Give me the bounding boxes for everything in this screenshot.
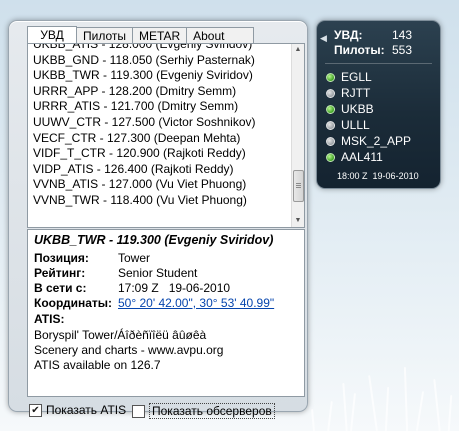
show-observers-checkbox[interactable] bbox=[132, 404, 145, 418]
watched-item[interactable]: AAL411 bbox=[326, 150, 383, 164]
online-label: В сети с: bbox=[34, 281, 87, 295]
divider bbox=[325, 63, 432, 64]
watched-item[interactable]: MSK_2_APP bbox=[326, 134, 411, 148]
status-dot-icon bbox=[326, 104, 335, 114]
show-observers-label[interactable]: Показать обсерверов bbox=[149, 403, 275, 419]
rating-value: Senior Student bbox=[118, 266, 198, 280]
watched-item-label: EGLL bbox=[341, 70, 372, 84]
controller-list-item[interactable]: UKBB_GND - 118.050 (Serhiy Pasternak) bbox=[28, 53, 290, 69]
utc-date: 19-06-2010 bbox=[372, 171, 419, 181]
pilots-count-value: 553 bbox=[391, 43, 412, 57]
watched-item[interactable]: UKBB bbox=[326, 102, 374, 116]
watched-item-label: RJTT bbox=[341, 86, 371, 100]
vatsim-gadget-main: УВД Пилоты METAR About UKBB_ATIS - 128.0… bbox=[8, 20, 308, 419]
show-atis-checkbox[interactable]: ✔ bbox=[29, 403, 42, 417]
online-value: 17:09 Z 19-06-2010 bbox=[118, 281, 231, 295]
position-label: Позиция: bbox=[34, 251, 89, 265]
grip-line bbox=[296, 183, 301, 184]
scroll-thumb[interactable] bbox=[293, 170, 304, 202]
atc-count-label: УВД: bbox=[334, 28, 363, 42]
atis-line: ATIS available on 126.7 bbox=[34, 358, 161, 372]
controller-list-item[interactable]: VIDP_ATIS - 126.400 (Rajkoti Reddy) bbox=[28, 162, 290, 178]
show-atis-label[interactable]: Показать ATIS bbox=[46, 403, 126, 417]
controller-list[interactable]: UKBB_ATIS - 128.000 (Evgeniy Sviridov) UK… bbox=[27, 43, 305, 228]
controller-list-item[interactable]: URRR_ATIS - 121.700 (Dmitry Semm) bbox=[28, 99, 290, 115]
controller-list-item[interactable]: VVNB_ATIS - 127.000 (Vu Viet Phuong) bbox=[28, 177, 290, 193]
grip-line bbox=[296, 185, 301, 186]
detail-position-row: Позиция: Tower bbox=[34, 251, 150, 265]
watched-item-label: ULLL bbox=[341, 118, 370, 132]
scroll-down-arrow-icon[interactable]: ▼ bbox=[292, 215, 304, 227]
controller-list-item[interactable]: VECF_CTR - 127.300 (Deepan Mehta) bbox=[28, 131, 290, 147]
detail-online-row: В сети с: 17:09 Z 19-06-2010 bbox=[34, 281, 230, 295]
controller-list-item[interactable]: VVNB_TWR - 118.400 (Vu Viet Phuong) bbox=[28, 193, 290, 209]
status-dot-icon bbox=[326, 72, 335, 82]
controller-list-item[interactable]: UKBB_ATIS - 128.000 (Evgeniy Sviridov) bbox=[28, 44, 290, 53]
status-dot-icon bbox=[326, 136, 335, 146]
atis-line: Boryspil' Tower/Áîðèñïîëü âûøêà bbox=[34, 328, 207, 342]
status-dot-icon bbox=[326, 120, 335, 130]
vatsim-side-panel: ◀ УВД: 143 Пилоты: 553 EGLL RJTT UKBB ULLL M… bbox=[316, 20, 441, 189]
controller-detail-panel: UKBB_TWR - 119.300 (Evgeniy Sviridov) По… bbox=[27, 229, 305, 397]
watched-item[interactable]: ULLL bbox=[326, 118, 370, 132]
utc-time: 18:00 Z bbox=[337, 171, 368, 181]
watched-item[interactable]: RJTT bbox=[326, 86, 370, 100]
collapse-arrow-icon[interactable]: ◀ bbox=[320, 33, 327, 44]
detail-atis-label-row: ATIS: bbox=[34, 312, 64, 326]
controller-list-item[interactable]: UUWV_CTR - 127.500 (Victor Soshnikov) bbox=[28, 115, 290, 131]
coords-link[interactable]: 50° 20' 42.00", 30° 53' 40.99" bbox=[118, 296, 274, 310]
rating-label: Рейтинг: bbox=[34, 266, 86, 280]
coords-label: Координаты: bbox=[34, 296, 113, 310]
status-dot-icon bbox=[326, 152, 335, 162]
controller-list-item[interactable]: UKBB_TWR - 119.300 (Evgeniy Sviridov) bbox=[28, 68, 290, 84]
show-atis-checkbox-row[interactable]: ✔ Показать ATIS bbox=[29, 403, 126, 417]
detail-title: UKBB_TWR - 119.300 (Evgeniy Sviridov) bbox=[34, 233, 274, 247]
controller-list-item[interactable]: URRR_APP - 128.200 (Dmitry Semm) bbox=[28, 84, 290, 100]
position-value: Tower bbox=[118, 251, 151, 265]
utc-clock: 18:00 Z 19-06-2010 bbox=[337, 171, 419, 181]
watched-item-label: MSK_2_APP bbox=[341, 134, 412, 148]
grip-line bbox=[296, 187, 301, 188]
controller-list-item[interactable]: VIDF_T_CTR - 120.900 (Rajkoti Reddy) bbox=[28, 146, 290, 162]
atis-line: Scenery and charts - www.avpu.org bbox=[34, 343, 224, 357]
watched-item-label: UKBB bbox=[341, 102, 374, 116]
atis-label: ATIS: bbox=[34, 312, 65, 326]
show-observers-checkbox-row[interactable]: Показать обсерверов bbox=[132, 403, 275, 419]
detail-rating-row: Рейтинг: Senior Student bbox=[34, 266, 197, 280]
watched-item-label: AAL411 bbox=[341, 150, 383, 164]
scroll-up-arrow-icon[interactable]: ▲ bbox=[292, 44, 304, 56]
status-dot-icon bbox=[326, 88, 335, 98]
detail-coords-row: Координаты: 50° 20' 42.00", 30° 53' 40.99… bbox=[34, 296, 274, 310]
controller-list-items: UKBB_ATIS - 128.000 (Evgeniy Sviridov) UK… bbox=[28, 44, 290, 209]
watched-item[interactable]: EGLL bbox=[326, 70, 372, 84]
atc-count-value: 143 bbox=[391, 28, 412, 42]
pilots-count-label: Пилоты: bbox=[334, 43, 385, 57]
list-scrollbar[interactable]: ▲ ▼ bbox=[291, 44, 304, 227]
